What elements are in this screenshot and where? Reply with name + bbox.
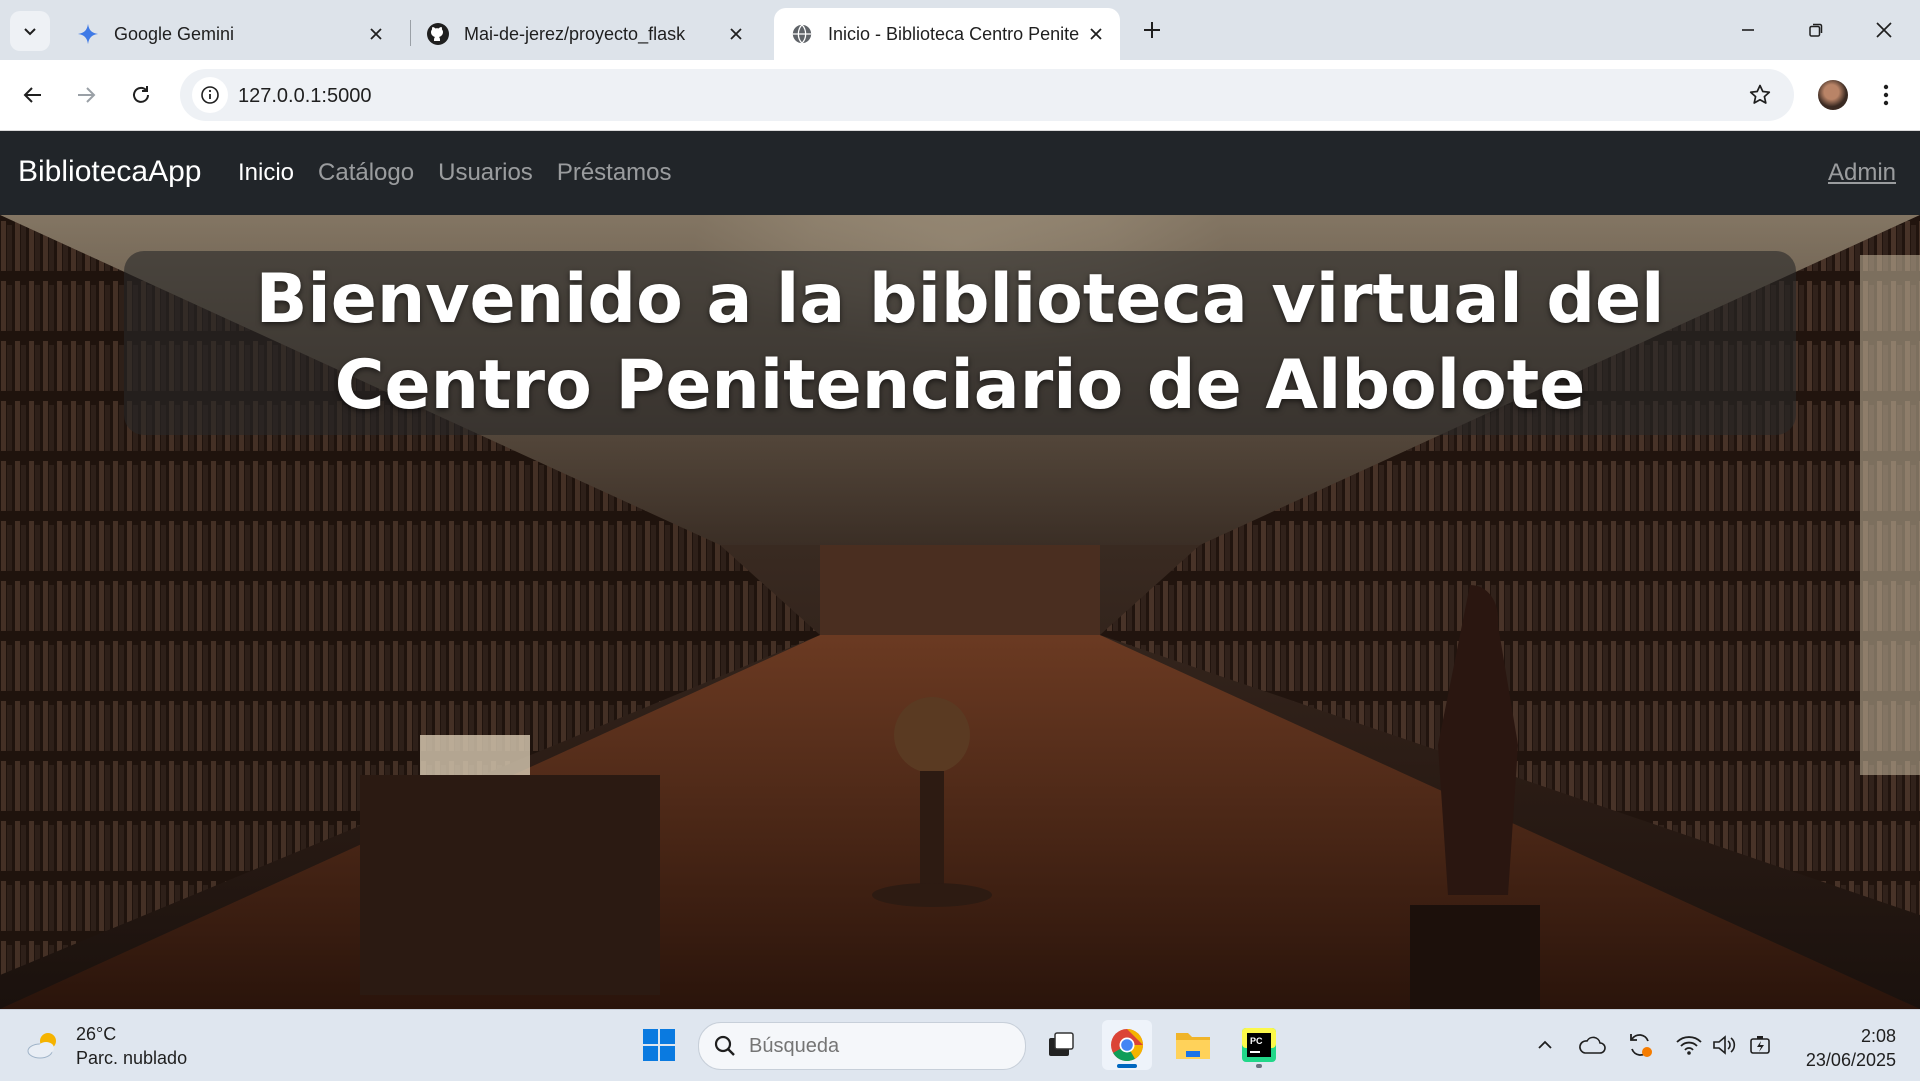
nav-link-usuarios[interactable]: Usuarios (438, 159, 533, 187)
site-brand[interactable]: BibliotecaApp (18, 155, 201, 189)
back-button[interactable] (13, 75, 53, 115)
hero-title-panel: Bienvenido a la biblioteca virtual del C… (124, 251, 1796, 435)
wifi-icon (1676, 1036, 1702, 1055)
tab-title: Google Gemini (114, 23, 235, 44)
bookmark-star-icon[interactable] (1744, 79, 1776, 111)
weather-widget[interactable]: 26°C Parc. nublado (26, 1022, 187, 1070)
system-clock[interactable]: 2:08 23/06/2025 (1806, 1024, 1896, 1072)
sync-icon (1630, 1034, 1652, 1057)
sync-tray[interactable] (1623, 1028, 1657, 1062)
running-indicator (1117, 1064, 1137, 1068)
profile-avatar[interactable] (1818, 80, 1848, 110)
running-indicator (1256, 1064, 1262, 1068)
cloud-icon (1579, 1036, 1606, 1054)
hero-title: Bienvenido a la biblioteca virtual del C… (255, 260, 1665, 425)
close-icon[interactable] (362, 20, 390, 48)
task-view-icon (1049, 1032, 1074, 1056)
task-view-button[interactable] (1036, 1020, 1086, 1070)
chevron-down-icon (24, 28, 36, 36)
pycharm-icon: PC (1242, 1028, 1276, 1062)
gemini-icon (76, 22, 100, 46)
close-icon[interactable] (722, 20, 750, 48)
restore-button[interactable] (1782, 0, 1850, 60)
minimize-button[interactable] (1714, 0, 1782, 60)
volume-tray[interactable] (1708, 1028, 1742, 1062)
github-icon (426, 22, 450, 46)
arrow-left-icon (23, 87, 41, 103)
tab-search-button[interactable] (10, 11, 50, 51)
show-hidden-icons-button[interactable] (1528, 1028, 1562, 1062)
svg-text:PC: PC (1250, 1036, 1263, 1046)
browser-toolbar (0, 60, 1920, 131)
nav-link-inicio[interactable]: Inicio (238, 159, 294, 187)
clock-time: 2:08 (1860, 1026, 1896, 1046)
start-button[interactable] (634, 1020, 684, 1070)
web-page: BibliotecaApp Inicio Catálogo Usuarios P… (0, 131, 1920, 1009)
tab-title: Mai-de-jerez/proyecto_flask (464, 23, 686, 44)
folder-icon (1176, 1033, 1210, 1059)
partly-cloudy-icon (27, 1033, 56, 1059)
tab-gemini[interactable]: Google Gemini (60, 8, 400, 60)
tab-strip: Google Gemini Mai-de-jerez/proyecto_flas… (0, 0, 1920, 60)
tab-github[interactable]: Mai-de-jerez/proyecto_flask (410, 8, 760, 60)
taskbar-search[interactable] (698, 1022, 1026, 1070)
battery-charging-icon (1750, 1036, 1770, 1054)
tab-title: Inicio - Biblioteca Centro Penite (828, 23, 1080, 44)
nav-link-prestamos[interactable]: Préstamos (557, 159, 672, 187)
nav-link-catalogo[interactable]: Catálogo (318, 159, 414, 187)
address-bar[interactable] (180, 69, 1794, 123)
minimize-icon (1742, 29, 1754, 31)
site-nav-links: Inicio Catálogo Usuarios Préstamos (238, 159, 672, 187)
arrow-right-icon (78, 87, 96, 103)
pycharm-taskbar-button[interactable]: PC (1234, 1020, 1284, 1070)
url-input[interactable] (236, 69, 1640, 123)
wifi-tray[interactable] (1672, 1028, 1706, 1062)
weather-description: Parc. nublado (76, 1048, 188, 1068)
file-explorer-button[interactable] (1168, 1020, 1218, 1070)
new-tab-button[interactable] (1134, 12, 1170, 48)
hero-library-image: Bienvenido a la biblioteca virtual del C… (0, 215, 1920, 1009)
chrome-taskbar-button[interactable] (1102, 1020, 1152, 1070)
clock-date: 23/06/2025 (1805, 1050, 1896, 1070)
close-icon (1876, 22, 1892, 38)
onedrive-tray[interactable] (1575, 1028, 1609, 1062)
site-navbar: BibliotecaApp Inicio Catálogo Usuarios P… (0, 131, 1920, 215)
taskbar-search-input[interactable] (747, 1033, 1001, 1059)
forward-button[interactable] (66, 75, 106, 115)
search-icon (714, 1035, 735, 1056)
plus-icon (1144, 22, 1160, 38)
chevron-up-icon (1538, 1040, 1552, 1049)
restore-icon (1809, 23, 1823, 37)
globe-icon (790, 22, 814, 46)
tab-biblioteca[interactable]: Inicio - Biblioteca Centro Penite (774, 8, 1120, 60)
speaker-icon (1713, 1035, 1736, 1055)
close-window-button[interactable] (1850, 0, 1918, 60)
browser-menu-button[interactable] (1868, 75, 1904, 115)
reload-icon (133, 86, 149, 103)
site-info-icon[interactable] (192, 77, 228, 113)
nav-link-admin[interactable]: Admin (1828, 159, 1896, 187)
weather-temperature: 26°C (76, 1024, 117, 1044)
more-vertical-icon (1883, 84, 1889, 106)
windows-logo-icon (643, 1029, 675, 1061)
chrome-icon (1111, 1029, 1143, 1062)
reload-button[interactable] (121, 75, 161, 115)
windows-taskbar: 26°C Parc. nublado PC (0, 1009, 1920, 1081)
battery-tray[interactable] (1744, 1028, 1778, 1062)
close-icon[interactable] (1082, 20, 1110, 48)
